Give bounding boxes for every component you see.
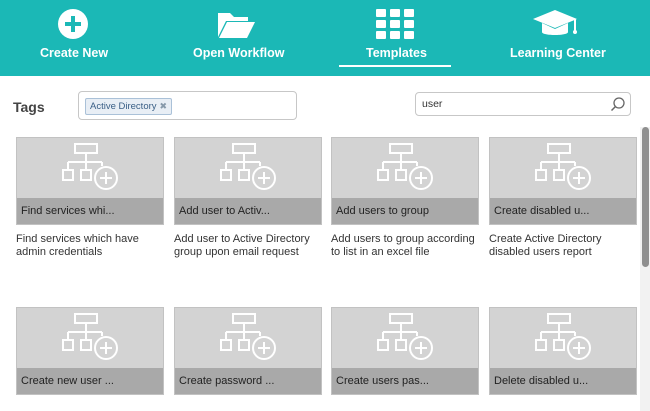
workflow-icon — [535, 142, 593, 203]
search-input[interactable] — [422, 96, 602, 112]
template-caption: Create users pas... — [332, 368, 478, 394]
workflow-icon — [220, 142, 278, 203]
template-card[interactable]: Delete disabled u... — [489, 307, 637, 403]
scrollbar-thumb[interactable] — [642, 127, 649, 267]
remove-tag-icon[interactable]: ✖ — [160, 99, 168, 114]
search-icon[interactable] — [610, 96, 626, 117]
workflow-icon — [62, 142, 120, 203]
plus-circle-icon — [57, 8, 89, 40]
nav-create-new[interactable]: Create New — [0, 0, 150, 76]
template-description: Add users to group according to list in … — [331, 233, 475, 258]
template-thumbnail[interactable]: Create password ... — [174, 307, 322, 395]
workflow-icon — [220, 312, 278, 373]
nav-open-workflow[interactable]: Open Workflow — [162, 0, 312, 76]
template-thumbnail[interactable]: Find services whi... — [16, 137, 164, 225]
tags-label: Tags — [13, 99, 45, 115]
template-card[interactable]: Add user to Activ... Add user to Active D… — [174, 137, 322, 259]
template-thumbnail[interactable]: Add user to Activ... — [174, 137, 322, 225]
workflow-icon — [535, 312, 593, 373]
template-card[interactable]: Create users pas... — [331, 307, 479, 403]
template-card[interactable]: Create disabled u... Create Active Direct… — [489, 137, 637, 259]
template-description: Create Active Directory disabled users r… — [489, 233, 602, 258]
active-tab-indicator — [339, 65, 451, 67]
template-caption: Create disabled u... — [490, 198, 636, 224]
tag-chip[interactable]: Active Directory ✖ — [85, 98, 173, 115]
template-thumbnail[interactable]: Delete disabled u... — [489, 307, 637, 395]
template-card[interactable]: Create password ... — [174, 307, 322, 403]
template-thumbnail[interactable]: Create users pas... — [331, 307, 479, 395]
workflow-icon — [62, 312, 120, 373]
nav-templates[interactable]: Templates — [320, 0, 470, 76]
template-card[interactable]: Find services whi... Find services which … — [16, 137, 164, 259]
nav-label: Create New — [40, 46, 109, 60]
nav-label: Learning Center — [510, 46, 606, 60]
search-box[interactable] — [415, 92, 631, 116]
grid-icon — [376, 8, 414, 40]
folder-icon — [216, 8, 256, 40]
top-nav: Create New Open Workflow Templates Learn… — [0, 0, 650, 76]
template-caption: Add user to Activ... — [175, 198, 321, 224]
template-card[interactable]: Add users to group Add users to group acc… — [331, 137, 479, 259]
template-caption: Find services whi... — [17, 198, 163, 224]
template-caption: Create password ... — [175, 368, 321, 394]
nav-label: Open Workflow — [193, 46, 285, 60]
workflow-icon — [377, 312, 435, 373]
template-thumbnail[interactable]: Create new user ... — [16, 307, 164, 395]
template-thumbnail[interactable]: Create disabled u... — [489, 137, 637, 225]
workflow-icon — [377, 142, 435, 203]
template-description: Add user to Active Directory group upon … — [174, 233, 310, 258]
nav-learning-center[interactable]: Learning Center — [480, 0, 630, 76]
tags-input[interactable]: Active Directory ✖ — [78, 91, 297, 120]
tag-chip-label: Active Directory — [90, 101, 157, 112]
graduation-cap-icon — [531, 8, 579, 40]
template-card[interactable]: Create new user ... — [16, 307, 164, 403]
template-caption: Delete disabled u... — [490, 368, 636, 394]
nav-label: Templates — [366, 46, 427, 60]
template-thumbnail[interactable]: Add users to group — [331, 137, 479, 225]
template-caption: Add users to group — [332, 198, 478, 224]
template-description: Find services which have admin credentia… — [16, 233, 139, 258]
template-caption: Create new user ... — [17, 368, 163, 394]
